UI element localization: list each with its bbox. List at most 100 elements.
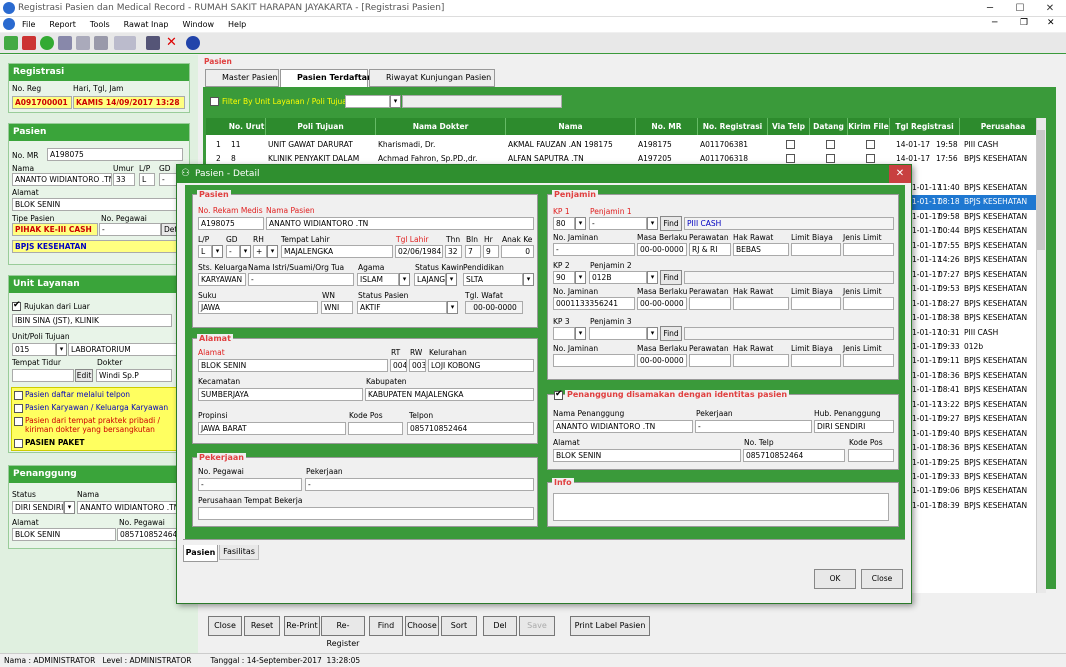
col-no-urut[interactable]: No. Urut bbox=[228, 118, 266, 135]
table-row[interactable]: 1-01-17 08:41 BPJS KESEHATAN bbox=[912, 383, 1036, 398]
rujukan-checkbox[interactable] bbox=[12, 300, 21, 311]
kelurahan-input[interactable]: LOJI KOBONG bbox=[428, 359, 534, 372]
status-dropdown-icon[interactable]: ▾ bbox=[64, 501, 75, 514]
png-kp-input[interactable] bbox=[848, 449, 894, 462]
table-row[interactable]: 1-01-17 09:33 BPJS KESEHATAN bbox=[912, 470, 1036, 485]
tempat-input[interactable] bbox=[12, 369, 74, 382]
kp2-dropdown-icon[interactable]: ▾ bbox=[575, 271, 586, 284]
dialog-close-icon[interactable]: ✕ bbox=[889, 165, 911, 183]
pj2-select[interactable]: 012B bbox=[589, 271, 647, 284]
kabupaten-input[interactable]: KABUPATEN MAJALENGKA bbox=[365, 388, 534, 401]
row-checkbox[interactable] bbox=[866, 140, 875, 149]
find3-button[interactable]: Find bbox=[660, 326, 682, 341]
hak2-input[interactable] bbox=[733, 297, 789, 310]
kp1-select[interactable]: 80 bbox=[553, 217, 575, 230]
menu-file[interactable]: File bbox=[22, 17, 35, 32]
table-row[interactable]: 1-01-17 09:06 BPJS KESEHATAN bbox=[912, 484, 1036, 499]
menu-help[interactable]: Help bbox=[228, 17, 246, 32]
find2-button[interactable]: Find bbox=[660, 270, 682, 285]
nojam2-input[interactable]: 0001133356241 bbox=[553, 297, 635, 310]
nama-pasien-input[interactable]: ANANTO WIDIANTORO .TN bbox=[266, 217, 534, 230]
dokter-input[interactable]: Windi Sp.P bbox=[96, 369, 172, 382]
table-row[interactable]: 1-01-17 08:27 BPJS KESEHATAN bbox=[912, 297, 1036, 312]
menu-tools[interactable]: Tools bbox=[90, 17, 110, 32]
table-row[interactable]: 1-01-17 07:55 BPJS KESEHATAN bbox=[912, 239, 1036, 254]
table-row[interactable]: 1-01-17 09:53 BPJS KESEHATAN bbox=[912, 282, 1036, 297]
gd-dropdown-icon[interactable]: ▾ bbox=[240, 245, 251, 258]
anak-ke-input[interactable]: 0 bbox=[501, 245, 534, 258]
tool-edit-icon[interactable] bbox=[76, 36, 90, 50]
png-alamat-input[interactable]: BLOK SENIN bbox=[553, 449, 741, 462]
edit-button[interactable]: Edit bbox=[75, 369, 93, 382]
umur-input[interactable]: 33 bbox=[113, 173, 135, 186]
kp3-dropdown-icon[interactable]: ▾ bbox=[575, 327, 586, 340]
print-label-button[interactable]: Print Label Pasien bbox=[570, 616, 650, 636]
pendidikan-select[interactable]: SLTA bbox=[463, 273, 523, 286]
table-row[interactable]: 1-01-17 14:26 BPJS KESEHATAN bbox=[912, 253, 1036, 268]
dlg-tab-fasilitas[interactable]: Fasilitas bbox=[219, 545, 259, 560]
table-row[interactable]: 1-01-17 13:22 BPJS KESEHATAN bbox=[912, 398, 1036, 413]
row-checkbox[interactable] bbox=[786, 154, 795, 163]
masa1-input[interactable]: 00-00-0000 bbox=[637, 243, 687, 256]
col-perusahaan[interactable]: Perusahaa bbox=[960, 118, 1046, 135]
gd-select[interactable]: - bbox=[226, 245, 240, 258]
col-noreg[interactable]: No. Registrasi bbox=[698, 118, 768, 135]
table-row[interactable]: 1-01-17 09:25 BPJS KESEHATAN bbox=[912, 456, 1036, 471]
table-row[interactable]: 1-01-17 08:39 BPJS KESEHATAN bbox=[912, 499, 1036, 514]
png-hub-input[interactable]: DIRI SENDIRI bbox=[814, 420, 894, 433]
istri-input[interactable]: - bbox=[248, 273, 354, 286]
close-icon[interactable]: ✕ bbox=[1035, 0, 1065, 17]
table-row[interactable]: 1-01-17 09:58 BPJS KESEHATAN bbox=[912, 210, 1036, 225]
opt-telpon-checkbox[interactable] bbox=[14, 391, 23, 400]
table-row[interactable]: 1-01-17 08:36 BPJS KESEHATAN bbox=[912, 441, 1036, 456]
perusahaan-input[interactable] bbox=[198, 507, 534, 520]
dialog-close-button[interactable]: Close bbox=[861, 569, 903, 589]
lp-select[interactable]: L bbox=[198, 245, 212, 258]
save-button[interactable]: Save bbox=[519, 616, 555, 636]
kp2-select[interactable]: 90 bbox=[553, 271, 575, 284]
rawat2-input[interactable] bbox=[689, 297, 731, 310]
col-nomr[interactable]: No. MR bbox=[636, 118, 698, 135]
alamat-input[interactable]: BLOK SENIN bbox=[198, 359, 388, 372]
table-row[interactable]: 1-01-17 08:36 BPJS KESEHATAN bbox=[912, 369, 1036, 384]
kp1-dropdown-icon[interactable]: ▾ bbox=[575, 217, 586, 230]
kawin-dropdown-icon[interactable]: ▾ bbox=[446, 273, 457, 286]
menu-rawat-inap[interactable]: Rawat Inap bbox=[124, 17, 169, 32]
reset-button[interactable]: Reset bbox=[244, 616, 280, 636]
nopeg-input[interactable]: - bbox=[99, 223, 161, 236]
choose-button[interactable]: Choose bbox=[405, 616, 439, 636]
hak1-input[interactable]: BEBAS bbox=[733, 243, 789, 256]
minimize-icon[interactable]: ─ bbox=[975, 0, 1005, 17]
menu-report[interactable]: Report bbox=[49, 17, 76, 32]
table-row[interactable]: 1-01-17 08:38 BPJS KESEHATAN bbox=[912, 311, 1036, 326]
table-row[interactable]: 1-01-17 11:40 BPJS KESEHATAN bbox=[912, 181, 1036, 196]
masa3-input[interactable]: 00-00-0000 bbox=[637, 354, 687, 367]
table-row[interactable]: 1-01-17 09:27 BPJS KESEHATAN bbox=[912, 412, 1036, 427]
jenis3-input[interactable] bbox=[843, 354, 894, 367]
propinsi-input[interactable]: JAWA BARAT bbox=[198, 422, 346, 435]
penanggung-sama-checkbox[interactable] bbox=[554, 389, 563, 400]
png-nama-input[interactable]: ANANTO WIDIANTORO .TN bbox=[77, 501, 185, 514]
tool-delete-icon[interactable]: ✕ bbox=[166, 35, 177, 50]
lp-input[interactable]: L bbox=[139, 173, 155, 186]
ok-button[interactable]: OK bbox=[814, 569, 856, 589]
tab-pasien-terdaftar[interactable]: Pasien Terdaftar bbox=[280, 69, 371, 87]
dlg-pekerjaan-input[interactable]: - bbox=[305, 478, 534, 491]
opt-praktek-checkbox[interactable] bbox=[14, 417, 23, 426]
info-textarea[interactable] bbox=[553, 493, 889, 521]
rt-input[interactable]: 004 bbox=[390, 359, 407, 372]
mdi-minimize-icon[interactable]: ─ bbox=[992, 18, 997, 28]
table-row[interactable]: 1-01-17 09:33 012b bbox=[912, 340, 1036, 355]
norm-input[interactable]: A198075 bbox=[198, 217, 264, 230]
limit2-input[interactable] bbox=[791, 297, 841, 310]
kecamatan-input[interactable]: SUMBERJAYA bbox=[198, 388, 363, 401]
table-row[interactable]: 1-01-17 00:44 BPJS KESEHATAN bbox=[912, 224, 1036, 239]
status-pasien-dropdown-icon[interactable]: ▾ bbox=[447, 301, 458, 314]
wn-input[interactable]: WNI bbox=[321, 301, 353, 314]
filter-select[interactable] bbox=[345, 95, 390, 108]
del-button[interactable]: Del bbox=[483, 616, 517, 636]
opt-paket-checkbox[interactable] bbox=[14, 439, 23, 448]
status-select[interactable]: DIRI SENDIRI bbox=[12, 501, 64, 514]
pj3-select[interactable] bbox=[589, 327, 647, 340]
col-kirim-file[interactable]: Kirim File bbox=[848, 118, 890, 135]
